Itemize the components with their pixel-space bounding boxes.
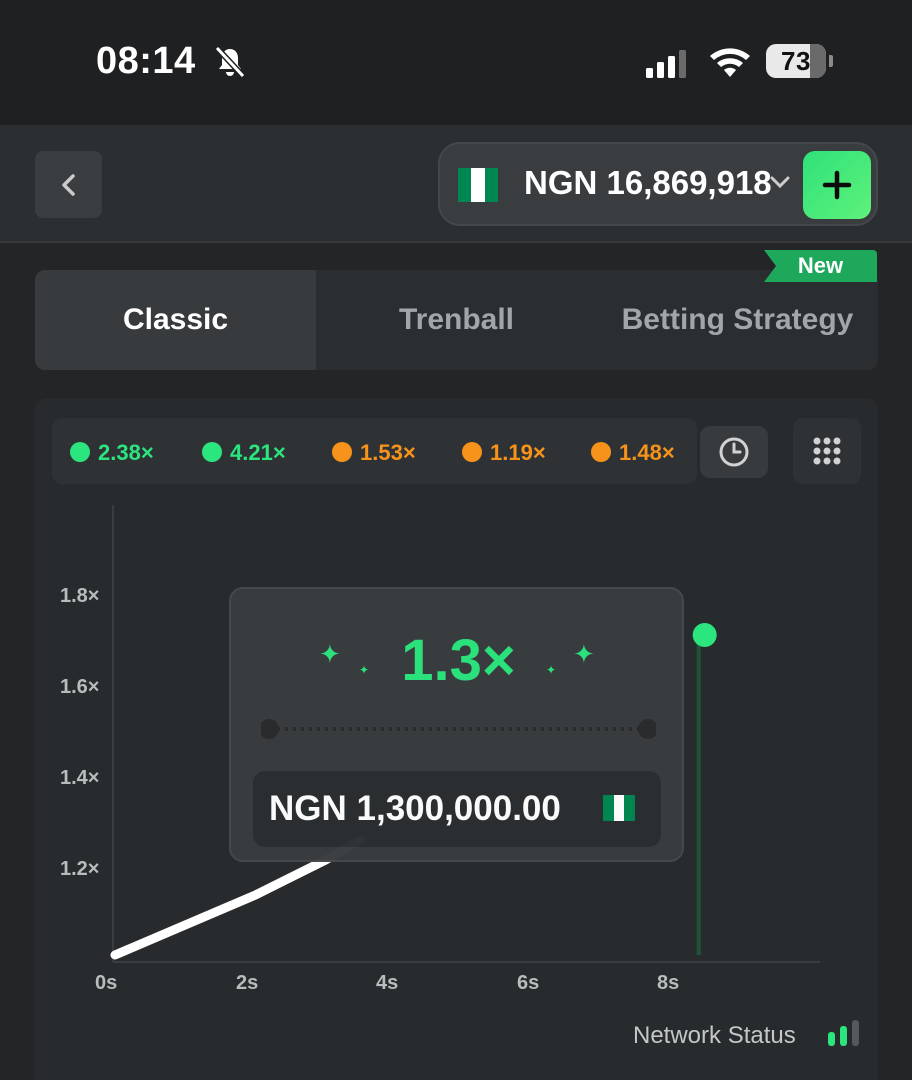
result-dot (332, 442, 352, 462)
bell-slash-icon (214, 45, 246, 79)
balance-selector[interactable]: NGN 16,869,918 (438, 142, 878, 226)
history-button[interactable] (700, 426, 768, 478)
current-point-marker (692, 623, 717, 647)
x-tick-label: 8s (657, 972, 680, 994)
x-tick-label: 6s (517, 972, 540, 994)
menu-button[interactable] (793, 418, 861, 484)
payout-amount: NGN 1,300,000.00 (269, 789, 561, 828)
payout-box: NGN 1,300,000.00 (253, 771, 661, 847)
battery-level: 73 (781, 46, 811, 76)
result-value: 2.38× (98, 440, 154, 465)
nigeria-flag-icon (458, 168, 498, 202)
result-value: 1.19× (490, 440, 546, 465)
wifi-icon (710, 48, 750, 77)
x-tick-label: 4s (376, 972, 399, 994)
tab-classic[interactable]: Classic (35, 270, 316, 370)
crash-result-card: ✦ ✦ ✦ ✦ 1.3× NGN 1,300,000.00 (229, 587, 684, 862)
game-mode-tabs: Classic Trenball Betting Strategy (35, 270, 878, 370)
result-dot (591, 442, 611, 462)
progress-track (261, 719, 656, 739)
chevron-down-icon[interactable] (768, 170, 792, 194)
y-tick-label: 1.8× (60, 585, 100, 607)
x-tick-label: 2s (236, 972, 259, 994)
tab-trenball[interactable]: Trenball (316, 270, 597, 370)
tab-betting-strategy[interactable]: Betting Strategy (597, 270, 878, 370)
x-tick-label: 0s (95, 972, 118, 994)
chevron-left-icon (61, 173, 75, 196)
nigeria-flag-icon (603, 795, 635, 821)
status-bar: 08:14 73 (0, 0, 912, 125)
crash-multiplier: 1.3× (401, 628, 516, 693)
result-value: 1.53× (360, 440, 416, 465)
status-time: 08:14 (96, 40, 196, 82)
battery-icon: 73 (766, 44, 833, 78)
plus-icon (822, 170, 852, 200)
grid-dots-icon (813, 437, 841, 465)
y-tick-label: 1.4× (60, 767, 100, 789)
result-value: 1.48× (619, 440, 675, 465)
new-badge: New (764, 250, 877, 282)
result-dot (202, 442, 222, 462)
signal-bars-icon[interactable] (826, 1020, 862, 1046)
cellular-signal-icon (646, 50, 686, 78)
clock-icon (719, 437, 749, 467)
y-tick-label: 1.6× (60, 676, 100, 698)
back-button[interactable] (35, 151, 102, 218)
balance-amount: NGN 16,869,918 (524, 164, 772, 201)
result-dot (462, 442, 482, 462)
result-value: 4.21× (230, 440, 286, 465)
top-header: NGN 16,869,918 (0, 125, 912, 243)
recent-results-bar[interactable]: 2.38× 4.21× 1.53× 1.19× 1.48× (52, 418, 697, 484)
result-dot (70, 442, 90, 462)
y-tick-label: 1.2× (60, 858, 100, 880)
deposit-button[interactable] (803, 151, 871, 219)
network-status-label: Network Status (633, 1022, 796, 1049)
